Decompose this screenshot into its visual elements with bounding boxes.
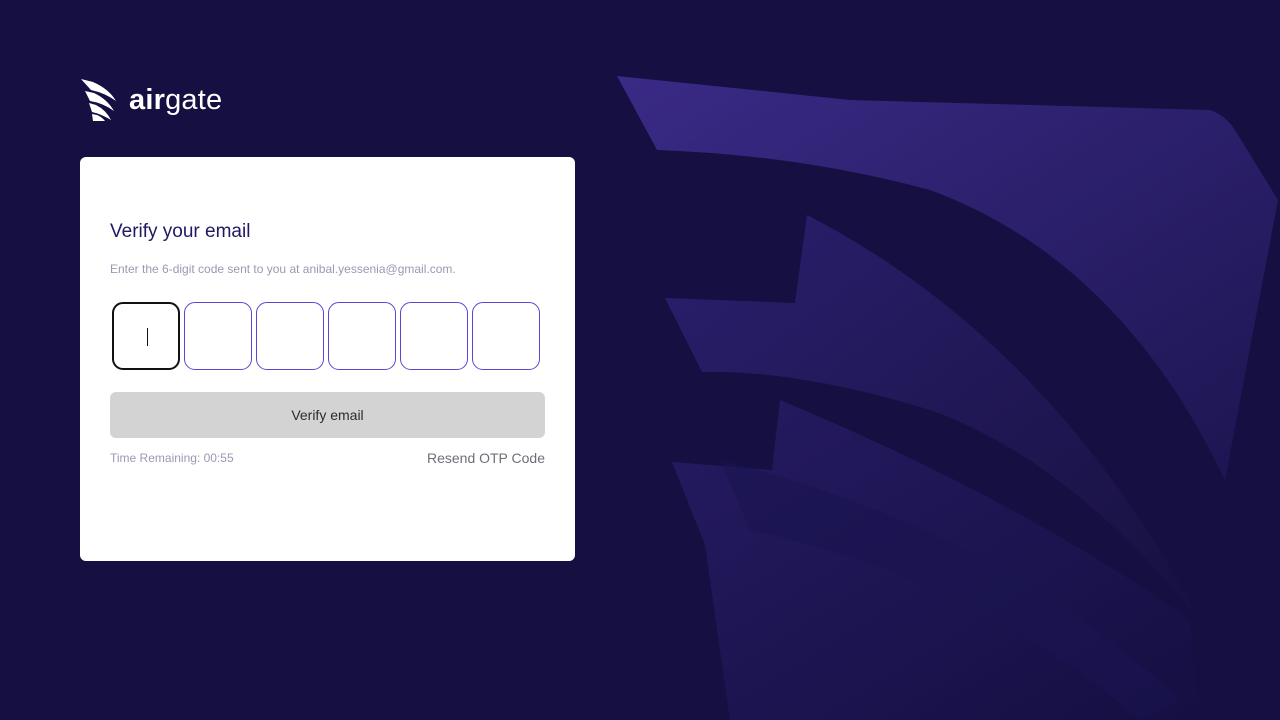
otp-digit-2[interactable] — [184, 302, 252, 370]
verify-email-card: Verify your email Enter the 6-digit code… — [80, 157, 575, 561]
otp-digit-4[interactable] — [328, 302, 396, 370]
verify-email-button[interactable]: Verify email — [110, 392, 545, 438]
otp-digit-5[interactable] — [400, 302, 468, 370]
brand-logo: airgate — [81, 79, 222, 121]
otp-digit-6[interactable] — [472, 302, 540, 370]
brand-name: airgate — [129, 79, 222, 121]
brand-name-air: air — [129, 84, 166, 116]
background-wing-graphic — [617, 76, 1278, 720]
brand-name-gate: gate — [165, 84, 223, 116]
resend-otp-link[interactable]: Resend OTP Code — [427, 450, 545, 466]
card-title: Verify your email — [110, 221, 251, 242]
otp-digit-1[interactable] — [112, 302, 180, 370]
otp-input-group — [112, 302, 540, 370]
card-subtitle: Enter the 6-digit code sent to you at an… — [110, 262, 456, 276]
otp-digit-3[interactable] — [256, 302, 324, 370]
time-remaining-text: Time Remaining: 00:55 — [110, 451, 234, 465]
text-caret — [147, 328, 148, 346]
airgate-wing-icon — [81, 79, 116, 121]
